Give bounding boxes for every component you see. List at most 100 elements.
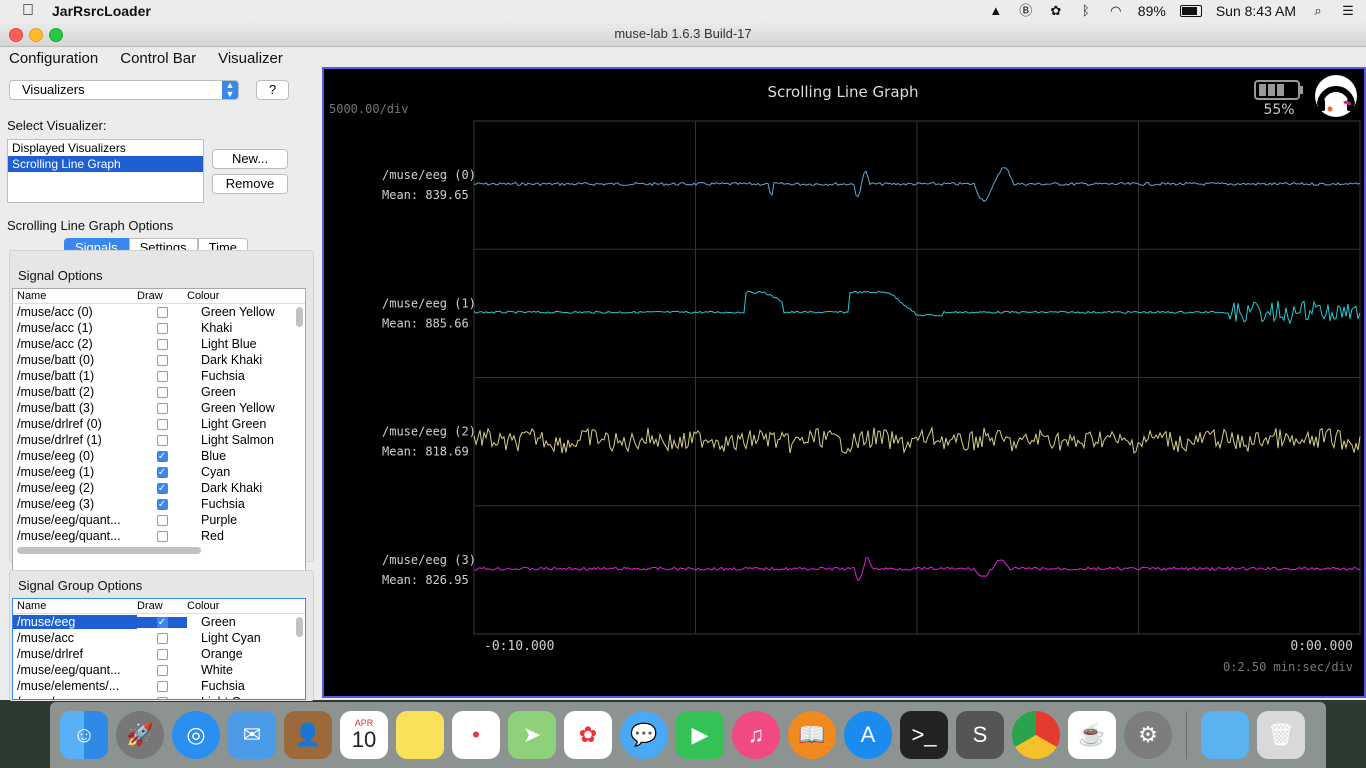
table-row[interactable]: /muse/acc (2) Light Blue	[13, 336, 305, 352]
table-row[interactable]: /muse/batt (1) Fuchsia	[13, 368, 305, 384]
menu-control-bar[interactable]: Control Bar	[120, 50, 196, 67]
scrolling-line-graph[interactable]: Scrolling Line Graph 5000.00/div 55% /mu…	[322, 67, 1366, 698]
draw-checkbox[interactable]	[156, 696, 168, 699]
draw-checkbox[interactable]	[156, 418, 168, 430]
row-colour[interactable]: White	[187, 663, 301, 677]
ibooks-icon[interactable]: 📖	[788, 711, 836, 759]
apple-icon[interactable]: 	[20, 2, 36, 20]
draw-checkbox[interactable]	[156, 322, 168, 334]
table-row[interactable]: /muse/eeg (1) ✓ Cyan	[13, 464, 305, 480]
row-colour[interactable]: Dark Khaki	[187, 353, 301, 367]
remove-button[interactable]: Remove	[212, 174, 288, 194]
menu-visualizer[interactable]: Visualizer	[218, 50, 283, 67]
table-row[interactable]: /muse/batt (2) Green	[13, 384, 305, 400]
row-colour[interactable]: Light Cyan	[187, 631, 301, 645]
draw-checkbox[interactable]	[156, 338, 168, 350]
draw-checkbox[interactable]: ✓	[156, 450, 168, 462]
flower-icon[interactable]: ✿	[1048, 3, 1064, 19]
table-row[interactable]: /muse/batt (3) Green Yellow	[13, 400, 305, 416]
row-colour[interactable]: Light Cyan	[187, 695, 301, 699]
table-row[interactable]: /muse/drlref Orange	[13, 646, 305, 662]
signal-hscroll[interactable]	[17, 547, 201, 554]
mail-icon[interactable]: ✉	[228, 711, 276, 759]
table-row[interactable]: /muse/eeg/quant... Red	[13, 528, 305, 544]
list-item-selected[interactable]: Scrolling Line Graph	[8, 156, 203, 172]
row-colour[interactable]: Light Blue	[187, 337, 301, 351]
col-colour[interactable]: Colour	[183, 289, 219, 303]
row-colour[interactable]: Dark Khaki	[187, 481, 301, 495]
spotlight-search-icon[interactable]: ⌕	[1310, 3, 1326, 19]
minimize-window-icon[interactable]	[29, 28, 43, 42]
visualizers-combo[interactable]: Visualizers ▲ ▼	[9, 80, 239, 100]
table-row[interactable]: /muse/eeg ✓ Green	[13, 614, 305, 630]
draw-checkbox[interactable]: ✓	[156, 498, 168, 510]
row-colour[interactable]: Purple	[187, 513, 301, 527]
row-colour[interactable]: Light Salmon	[187, 433, 301, 447]
draw-checkbox[interactable]	[156, 354, 168, 366]
draw-checkbox[interactable]	[156, 680, 168, 692]
drive-icon[interactable]: ▲	[988, 3, 1004, 19]
maps-icon[interactable]: ➤	[508, 711, 556, 759]
terminal-icon[interactable]: >_	[900, 711, 948, 759]
draw-checkbox[interactable]	[156, 402, 168, 414]
reminders-icon[interactable]: •	[452, 711, 500, 759]
menu-configuration[interactable]: Configuration	[9, 50, 98, 67]
table-row[interactable]: /muse/... Light Cyan	[13, 694, 305, 699]
row-colour[interactable]: Fuchsia	[187, 497, 301, 511]
facetime-icon[interactable]: ▶	[676, 711, 724, 759]
row-colour[interactable]: Fuchsia	[187, 369, 301, 383]
system-preferences-icon[interactable]: ⚙	[1124, 711, 1172, 759]
draw-checkbox[interactable]: ✓	[156, 482, 168, 494]
bluetooth-icon[interactable]: ᛒ	[1078, 3, 1094, 19]
row-colour[interactable]: Cyan	[187, 465, 301, 479]
draw-checkbox[interactable]	[156, 514, 168, 526]
table-row[interactable]: /muse/eeg/quant... Purple	[13, 512, 305, 528]
table-row[interactable]: /muse/drlref (1) Light Salmon	[13, 432, 305, 448]
row-colour[interactable]: Green	[187, 385, 301, 399]
notification-center-icon[interactable]: ☰	[1340, 3, 1356, 19]
row-colour[interactable]: Fuchsia	[187, 679, 301, 693]
safari-icon[interactable]: ◎	[172, 711, 220, 759]
table-row[interactable]: /muse/acc Light Cyan	[13, 630, 305, 646]
draw-checkbox[interactable]	[156, 648, 168, 660]
draw-checkbox[interactable]	[156, 664, 168, 676]
list-item[interactable]: Displayed Visualizers	[8, 140, 203, 156]
messages-icon[interactable]: 💬	[620, 711, 668, 759]
col-name[interactable]: Name	[13, 289, 133, 303]
row-colour[interactable]: Orange	[187, 647, 301, 661]
combo-arrows-icon[interactable]: ▲ ▼	[222, 81, 238, 99]
table-row[interactable]: /muse/elements/... Fuchsia	[13, 678, 305, 694]
col-draw[interactable]: Draw	[133, 289, 183, 303]
b-icon[interactable]: Ⓑ	[1018, 3, 1034, 19]
app-name-menu[interactable]: JarRsrcLoader	[52, 3, 151, 19]
photos-icon[interactable]: ✿	[564, 711, 612, 759]
group-vscroll[interactable]	[296, 617, 303, 637]
col-colour[interactable]: Colour	[183, 599, 219, 613]
table-row[interactable]: /muse/drlref (0) Light Green	[13, 416, 305, 432]
zoom-window-icon[interactable]	[49, 28, 63, 42]
appstore-icon[interactable]: A	[844, 711, 892, 759]
col-draw[interactable]: Draw	[133, 599, 183, 613]
table-row[interactable]: /muse/acc (0) Green Yellow	[13, 304, 305, 320]
launchpad-icon[interactable]: 🚀	[116, 711, 164, 759]
itunes-icon[interactable]: ♫	[732, 711, 780, 759]
help-button[interactable]: ?	[256, 80, 289, 100]
row-colour[interactable]: Green Yellow	[187, 305, 301, 319]
new-button[interactable]: New...	[212, 149, 288, 169]
clock[interactable]: Sun 8:43 AM	[1216, 3, 1296, 19]
finder-icon[interactable]: ☺	[60, 711, 108, 759]
downloads-folder-icon[interactable]	[1201, 711, 1249, 759]
draw-checkbox[interactable]	[156, 386, 168, 398]
wifi-icon[interactable]: ◠	[1108, 3, 1124, 19]
row-colour[interactable]: Khaki	[187, 321, 301, 335]
table-row[interactable]: /muse/eeg/quant... White	[13, 662, 305, 678]
table-row[interactable]: /muse/acc (1) Khaki	[13, 320, 305, 336]
draw-checkbox[interactable]: ✓	[156, 466, 168, 478]
row-colour[interactable]: Green	[187, 615, 301, 629]
row-colour[interactable]: Green Yellow	[187, 401, 301, 415]
notes-icon[interactable]	[396, 711, 444, 759]
draw-checkbox[interactable]	[156, 632, 168, 644]
draw-checkbox[interactable]: ✓	[156, 616, 168, 628]
visualizer-list[interactable]: Displayed Visualizers Scrolling Line Gra…	[7, 139, 204, 203]
signal-vscroll[interactable]	[296, 307, 303, 327]
